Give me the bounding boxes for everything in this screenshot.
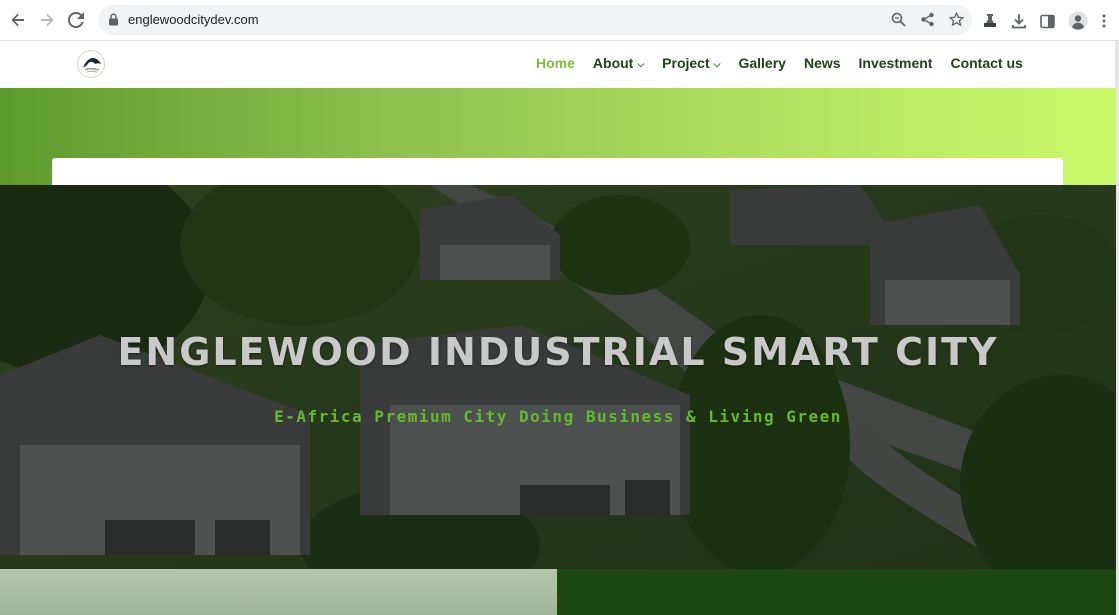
nav-investment[interactable]: Investment bbox=[859, 55, 933, 71]
back-arrow-icon bbox=[10, 12, 26, 28]
reload-icon bbox=[68, 12, 84, 28]
nav-about[interactable]: About ⌵ bbox=[593, 55, 644, 71]
nav-gallery[interactable]: Gallery bbox=[738, 55, 785, 71]
flask-icon[interactable] bbox=[982, 13, 998, 29]
nav-investment-label: Investment bbox=[858, 55, 933, 71]
bottom-image-panel bbox=[0, 569, 557, 615]
nav-project-label: Project bbox=[662, 55, 710, 71]
forward-arrow-icon bbox=[39, 12, 55, 28]
browser-toolbar: englewoodcitydev.com bbox=[0, 0, 1119, 41]
lock-icon[interactable] bbox=[108, 13, 119, 26]
hero-section: ENGLEWOOD INDUSTRIAL SMART CITY E-Africa… bbox=[0, 185, 1116, 569]
hero-title: ENGLEWOOD INDUSTRIAL SMART CITY bbox=[117, 330, 999, 374]
chevron-down-icon: ⌵ bbox=[713, 58, 721, 69]
main-nav: Home About ⌵ Project ⌵ Gallery News Invest… bbox=[536, 55, 1041, 71]
hero-background-image bbox=[0, 185, 1116, 569]
nav-project[interactable]: Project ⌵ bbox=[662, 55, 720, 71]
nav-home[interactable]: Home bbox=[536, 55, 575, 71]
nav-home-label: Home bbox=[536, 55, 575, 71]
forward-button[interactable] bbox=[33, 6, 61, 34]
reload-button[interactable] bbox=[62, 6, 90, 34]
logo-emblem-icon bbox=[79, 52, 104, 77]
content-card-top bbox=[52, 158, 1063, 185]
nav-gallery-label: Gallery bbox=[738, 55, 786, 71]
bottom-dark-panel bbox=[557, 569, 1116, 615]
nav-about-label: About bbox=[592, 55, 634, 71]
url-text[interactable]: englewoodcitydev.com bbox=[128, 12, 259, 27]
kebab-menu-icon[interactable] bbox=[1101, 13, 1107, 29]
nav-contact-label: Contact us bbox=[950, 55, 1023, 71]
nav-news[interactable]: News bbox=[804, 55, 841, 71]
nav-contact[interactable]: Contact us bbox=[950, 55, 1022, 71]
hero-subtitle: E-Africa Premium City Doing Business & L… bbox=[274, 407, 842, 426]
share-icon[interactable] bbox=[920, 12, 935, 27]
site-logo[interactable] bbox=[77, 50, 105, 78]
zoom-icon[interactable] bbox=[891, 12, 906, 27]
profile-icon[interactable] bbox=[1068, 11, 1088, 31]
chevron-down-icon: ⌵ bbox=[637, 58, 645, 69]
address-bar[interactable]: englewoodcitydev.com bbox=[98, 5, 972, 35]
download-icon[interactable] bbox=[1011, 13, 1027, 29]
side-panel-icon[interactable] bbox=[1040, 14, 1055, 29]
back-button[interactable] bbox=[4, 6, 32, 34]
site-header: Home About ⌵ Project ⌵ Gallery News Invest… bbox=[0, 41, 1119, 88]
star-icon[interactable] bbox=[949, 12, 964, 27]
nav-news-label: News bbox=[803, 55, 841, 71]
